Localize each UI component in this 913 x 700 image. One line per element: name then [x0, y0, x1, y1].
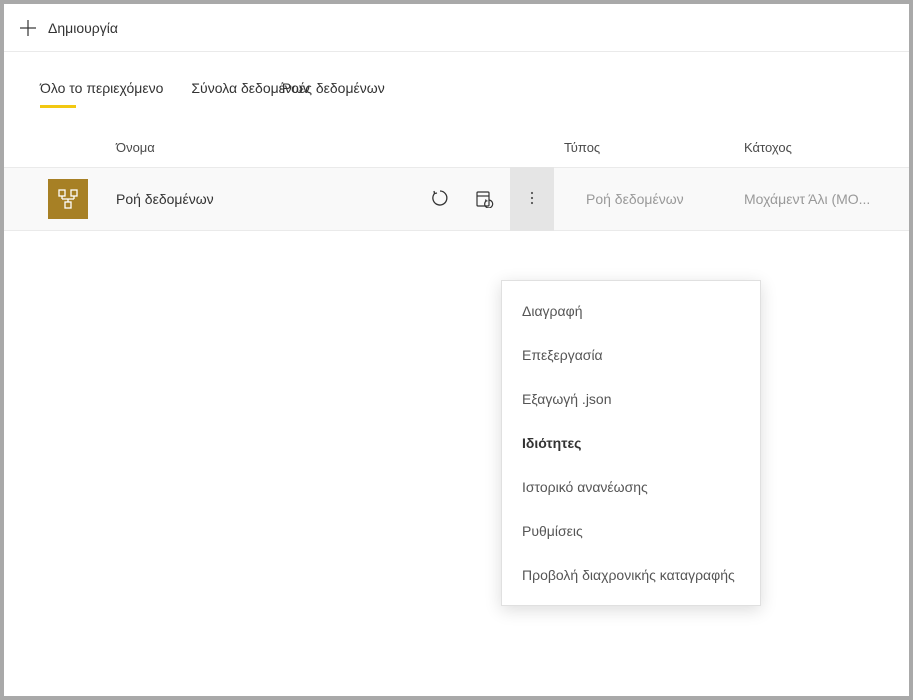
table-header: Όνομα Τύπος Κάτοχος [4, 108, 909, 167]
menu-item-edit[interactable]: Επεξεργασία [502, 333, 760, 377]
app-window: Δημιουργία Όλο το περιεχόμενο Σύνολα δεδ… [4, 4, 909, 696]
menu-item-export-json[interactable]: Εξαγωγή .json [502, 377, 760, 421]
tab-all-content[interactable]: Όλο το περιεχόμενο [40, 80, 163, 108]
column-header-name[interactable]: Όνομα [4, 140, 564, 155]
create-button[interactable]: Δημιουργία [18, 18, 118, 38]
table-row[interactable]: Ροή δεδομένων [4, 167, 909, 231]
row-name: Ροή δεδομένων [116, 191, 422, 207]
dataflow-icon [48, 179, 88, 219]
toolbar: Δημιουργία [4, 4, 909, 52]
context-menu: Διαγραφή Επεξεργασία Εξαγωγή .json Ιδιότ… [501, 280, 761, 606]
row-type: Ροή δεδομένων [564, 191, 744, 207]
menu-item-settings[interactable]: Ρυθμίσεις [502, 509, 760, 553]
row-name-area: Ροή δεδομένων [4, 167, 564, 231]
column-header-owner[interactable]: Κάτοχος [744, 140, 909, 155]
menu-item-properties[interactable]: Ιδιότητες [502, 421, 760, 465]
refresh-icon [430, 188, 450, 211]
menu-item-delete[interactable]: Διαγραφή [502, 289, 760, 333]
plus-icon [18, 18, 38, 38]
column-header-type[interactable]: Τύπος [564, 140, 744, 155]
create-label: Δημιουργία [48, 20, 118, 36]
refresh-button[interactable] [422, 181, 458, 217]
row-actions [422, 167, 554, 231]
menu-item-refresh-history[interactable]: Ιστορικό ανανέωσης [502, 465, 760, 509]
tabs: Όλο το περιεχόμενο Σύνολα δεδομένων Ροές… [4, 80, 909, 108]
menu-item-lineage-view[interactable]: Προβολή διαχρονικής καταγραφής [502, 553, 760, 597]
tab-datasets[interactable]: Σύνολα δεδομένων [191, 80, 309, 108]
schedule-refresh-icon [474, 188, 494, 211]
more-options-button[interactable] [510, 167, 554, 231]
row-owner: Μοχάμεντ Άλι (MO... [744, 191, 909, 207]
more-options-icon [524, 190, 540, 209]
schedule-refresh-button[interactable] [466, 181, 502, 217]
